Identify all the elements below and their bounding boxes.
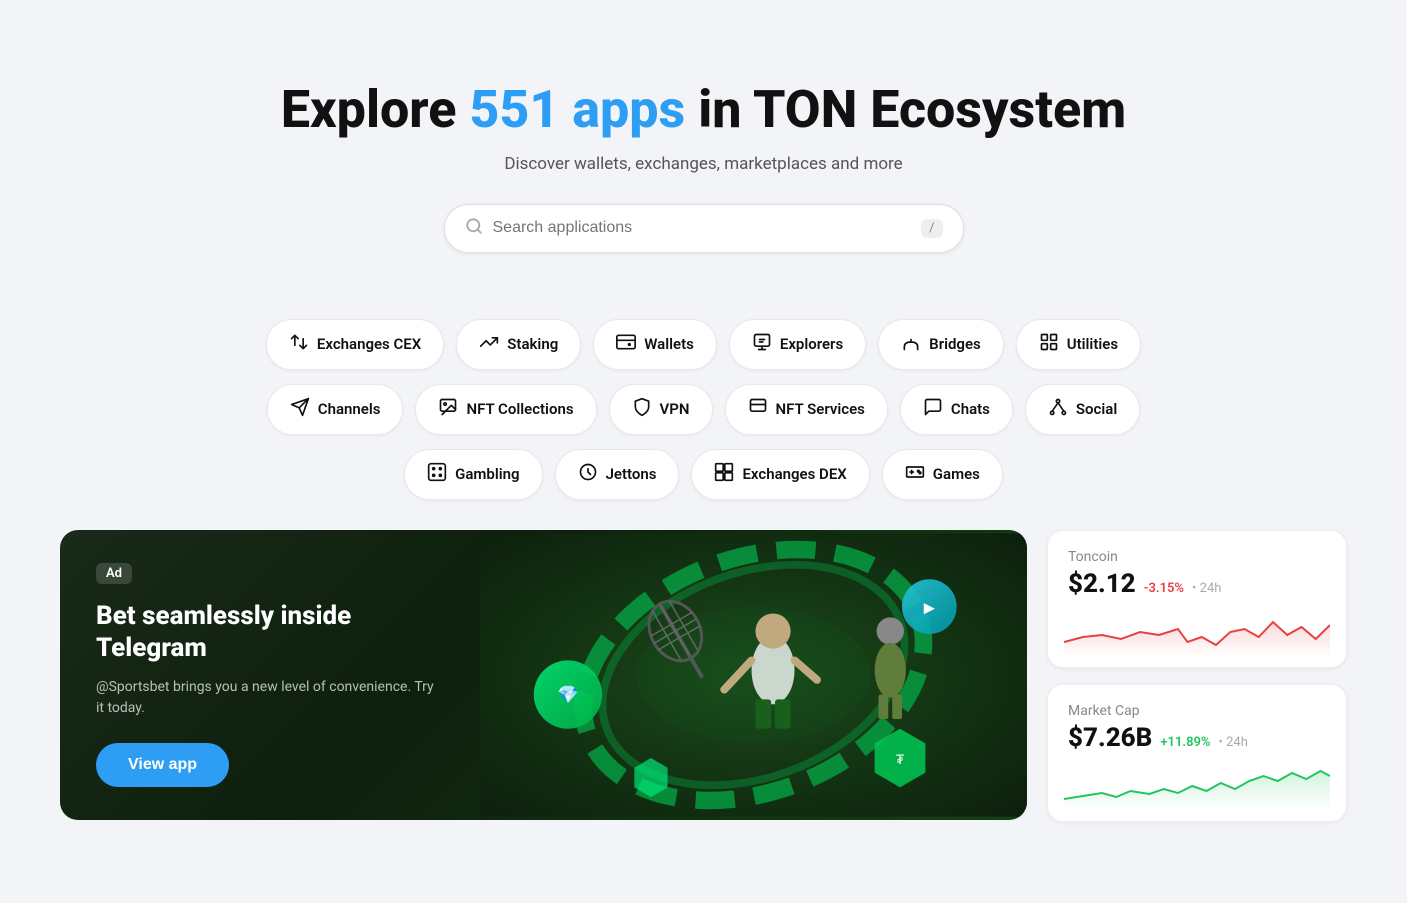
category-row-2: Channels NFT Collections VPN — [60, 384, 1347, 435]
nft-services-icon — [748, 397, 768, 422]
title-count: 551 — [469, 79, 559, 140]
gambling-icon — [427, 462, 447, 487]
title-apps: apps — [559, 79, 685, 140]
exchanges-cex-label: Exchanges CEX — [317, 335, 421, 353]
hero-section: Explore 551 apps in TON Ecosystem Discov… — [60, 40, 1347, 283]
search-input[interactable] — [493, 219, 922, 237]
category-staking[interactable]: Staking — [456, 319, 581, 370]
hero-title: Explore 551 apps in TON Ecosystem — [60, 80, 1347, 140]
explorers-label: Explorers — [780, 335, 843, 353]
vpn-icon — [632, 397, 652, 422]
title-suffix: in TON Ecosystem — [685, 79, 1126, 140]
category-jettons[interactable]: Jettons — [555, 449, 680, 500]
games-label: Games — [933, 465, 980, 483]
marketcap-value: $7.26B — [1068, 723, 1152, 753]
marketcap-change: +11.89% — [1160, 735, 1210, 750]
category-nft-services[interactable]: NFT Services — [725, 384, 888, 435]
toncoin-chart — [1064, 607, 1330, 657]
ad-content: Ad Bet seamlessly inside Telegram @Sport… — [60, 530, 480, 820]
category-vpn[interactable]: VPN — [609, 384, 713, 435]
nft-services-label: NFT Services — [776, 400, 865, 418]
utilities-icon — [1039, 332, 1059, 357]
svg-text:₮: ₮ — [896, 752, 905, 768]
staking-label: Staking — [507, 335, 558, 353]
jettons-label: Jettons — [606, 465, 657, 483]
category-chats[interactable]: Chats — [900, 384, 1013, 435]
ad-description: @Sportsbet brings you a new level of con… — [96, 677, 444, 719]
category-utilities[interactable]: Utilities — [1016, 319, 1141, 370]
svg-text:💎: 💎 — [557, 685, 579, 705]
chats-icon — [923, 397, 943, 422]
ad-visual-svg: 💎 ▶ ₮ — [480, 530, 1027, 820]
category-wallets[interactable]: Wallets — [593, 319, 717, 370]
ad-banner: Ad Bet seamlessly inside Telegram @Sport… — [60, 530, 1027, 820]
toncoin-widget: Toncoin $2.12 -3.15% • 24h — [1047, 530, 1347, 668]
exchanges-dex-label: Exchanges DEX — [742, 465, 846, 483]
utilities-label: Utilities — [1067, 335, 1118, 353]
bridges-label: Bridges — [929, 335, 981, 353]
marketcap-period: • 24h — [1219, 735, 1248, 750]
sidebar-widgets: Toncoin $2.12 -3.15% • 24h — [1047, 530, 1347, 822]
bottom-section: Ad Bet seamlessly inside Telegram @Sport… — [60, 530, 1347, 822]
category-social[interactable]: Social — [1025, 384, 1140, 435]
ad-title: Bet seamlessly inside Telegram — [96, 600, 444, 665]
nft-collections-icon — [438, 397, 458, 422]
marketcap-widget: Market Cap $7.26B +11.89% • 24h — [1047, 684, 1347, 822]
category-exchanges-cex[interactable]: Exchanges CEX — [266, 319, 444, 370]
vpn-label: VPN — [660, 400, 690, 418]
search-icon — [465, 217, 483, 240]
bridges-icon — [901, 332, 921, 357]
ad-visual: 💎 ▶ ₮ — [480, 530, 1027, 820]
wallets-label: Wallets — [644, 335, 694, 353]
staking-icon — [479, 332, 499, 357]
category-exchanges-dex[interactable]: Exchanges DEX — [691, 449, 869, 500]
channels-icon — [290, 397, 310, 422]
category-channels[interactable]: Channels — [267, 384, 404, 435]
social-label: Social — [1076, 400, 1117, 418]
marketcap-label: Market Cap — [1068, 703, 1326, 719]
explorers-icon — [752, 332, 772, 357]
svg-text:▶: ▶ — [924, 598, 936, 616]
category-gambling[interactable]: Gambling — [404, 449, 542, 500]
jettons-icon — [578, 462, 598, 487]
toncoin-value-row: $2.12 -3.15% • 24h — [1068, 569, 1326, 599]
chats-label: Chats — [951, 400, 990, 418]
marketcap-value-row: $7.26B +11.89% • 24h — [1068, 723, 1326, 753]
hero-subtitle: Discover wallets, exchanges, marketplace… — [60, 154, 1347, 174]
toncoin-change: -3.15% — [1144, 581, 1184, 596]
exchanges-cex-icon — [289, 332, 309, 357]
category-games[interactable]: Games — [882, 449, 1003, 500]
categories-section: Exchanges CEX Staking Wallets — [60, 319, 1347, 500]
view-app-button[interactable]: View app — [96, 743, 229, 787]
toncoin-period: • 24h — [1192, 581, 1221, 596]
category-explorers[interactable]: Explorers — [729, 319, 866, 370]
nft-collections-label: NFT Collections — [466, 400, 573, 418]
gambling-label: Gambling — [455, 465, 519, 483]
toncoin-value: $2.12 — [1068, 569, 1136, 599]
category-row-1: Exchanges CEX Staking Wallets — [60, 319, 1347, 370]
wallets-icon — [616, 332, 636, 357]
channels-label: Channels — [318, 400, 381, 418]
games-icon — [905, 462, 925, 487]
category-nft-collections[interactable]: NFT Collections — [415, 384, 596, 435]
social-icon — [1048, 397, 1068, 422]
marketcap-chart — [1064, 761, 1330, 811]
category-bridges[interactable]: Bridges — [878, 319, 1004, 370]
ad-badge: Ad — [96, 563, 132, 584]
search-shortcut-badge: / — [921, 219, 942, 238]
category-row-3: Gambling Jettons — [60, 449, 1347, 500]
title-prefix: Explore — [281, 79, 469, 140]
exchanges-dex-icon — [714, 462, 734, 487]
toncoin-label: Toncoin — [1068, 549, 1326, 565]
search-bar: / — [444, 204, 964, 253]
